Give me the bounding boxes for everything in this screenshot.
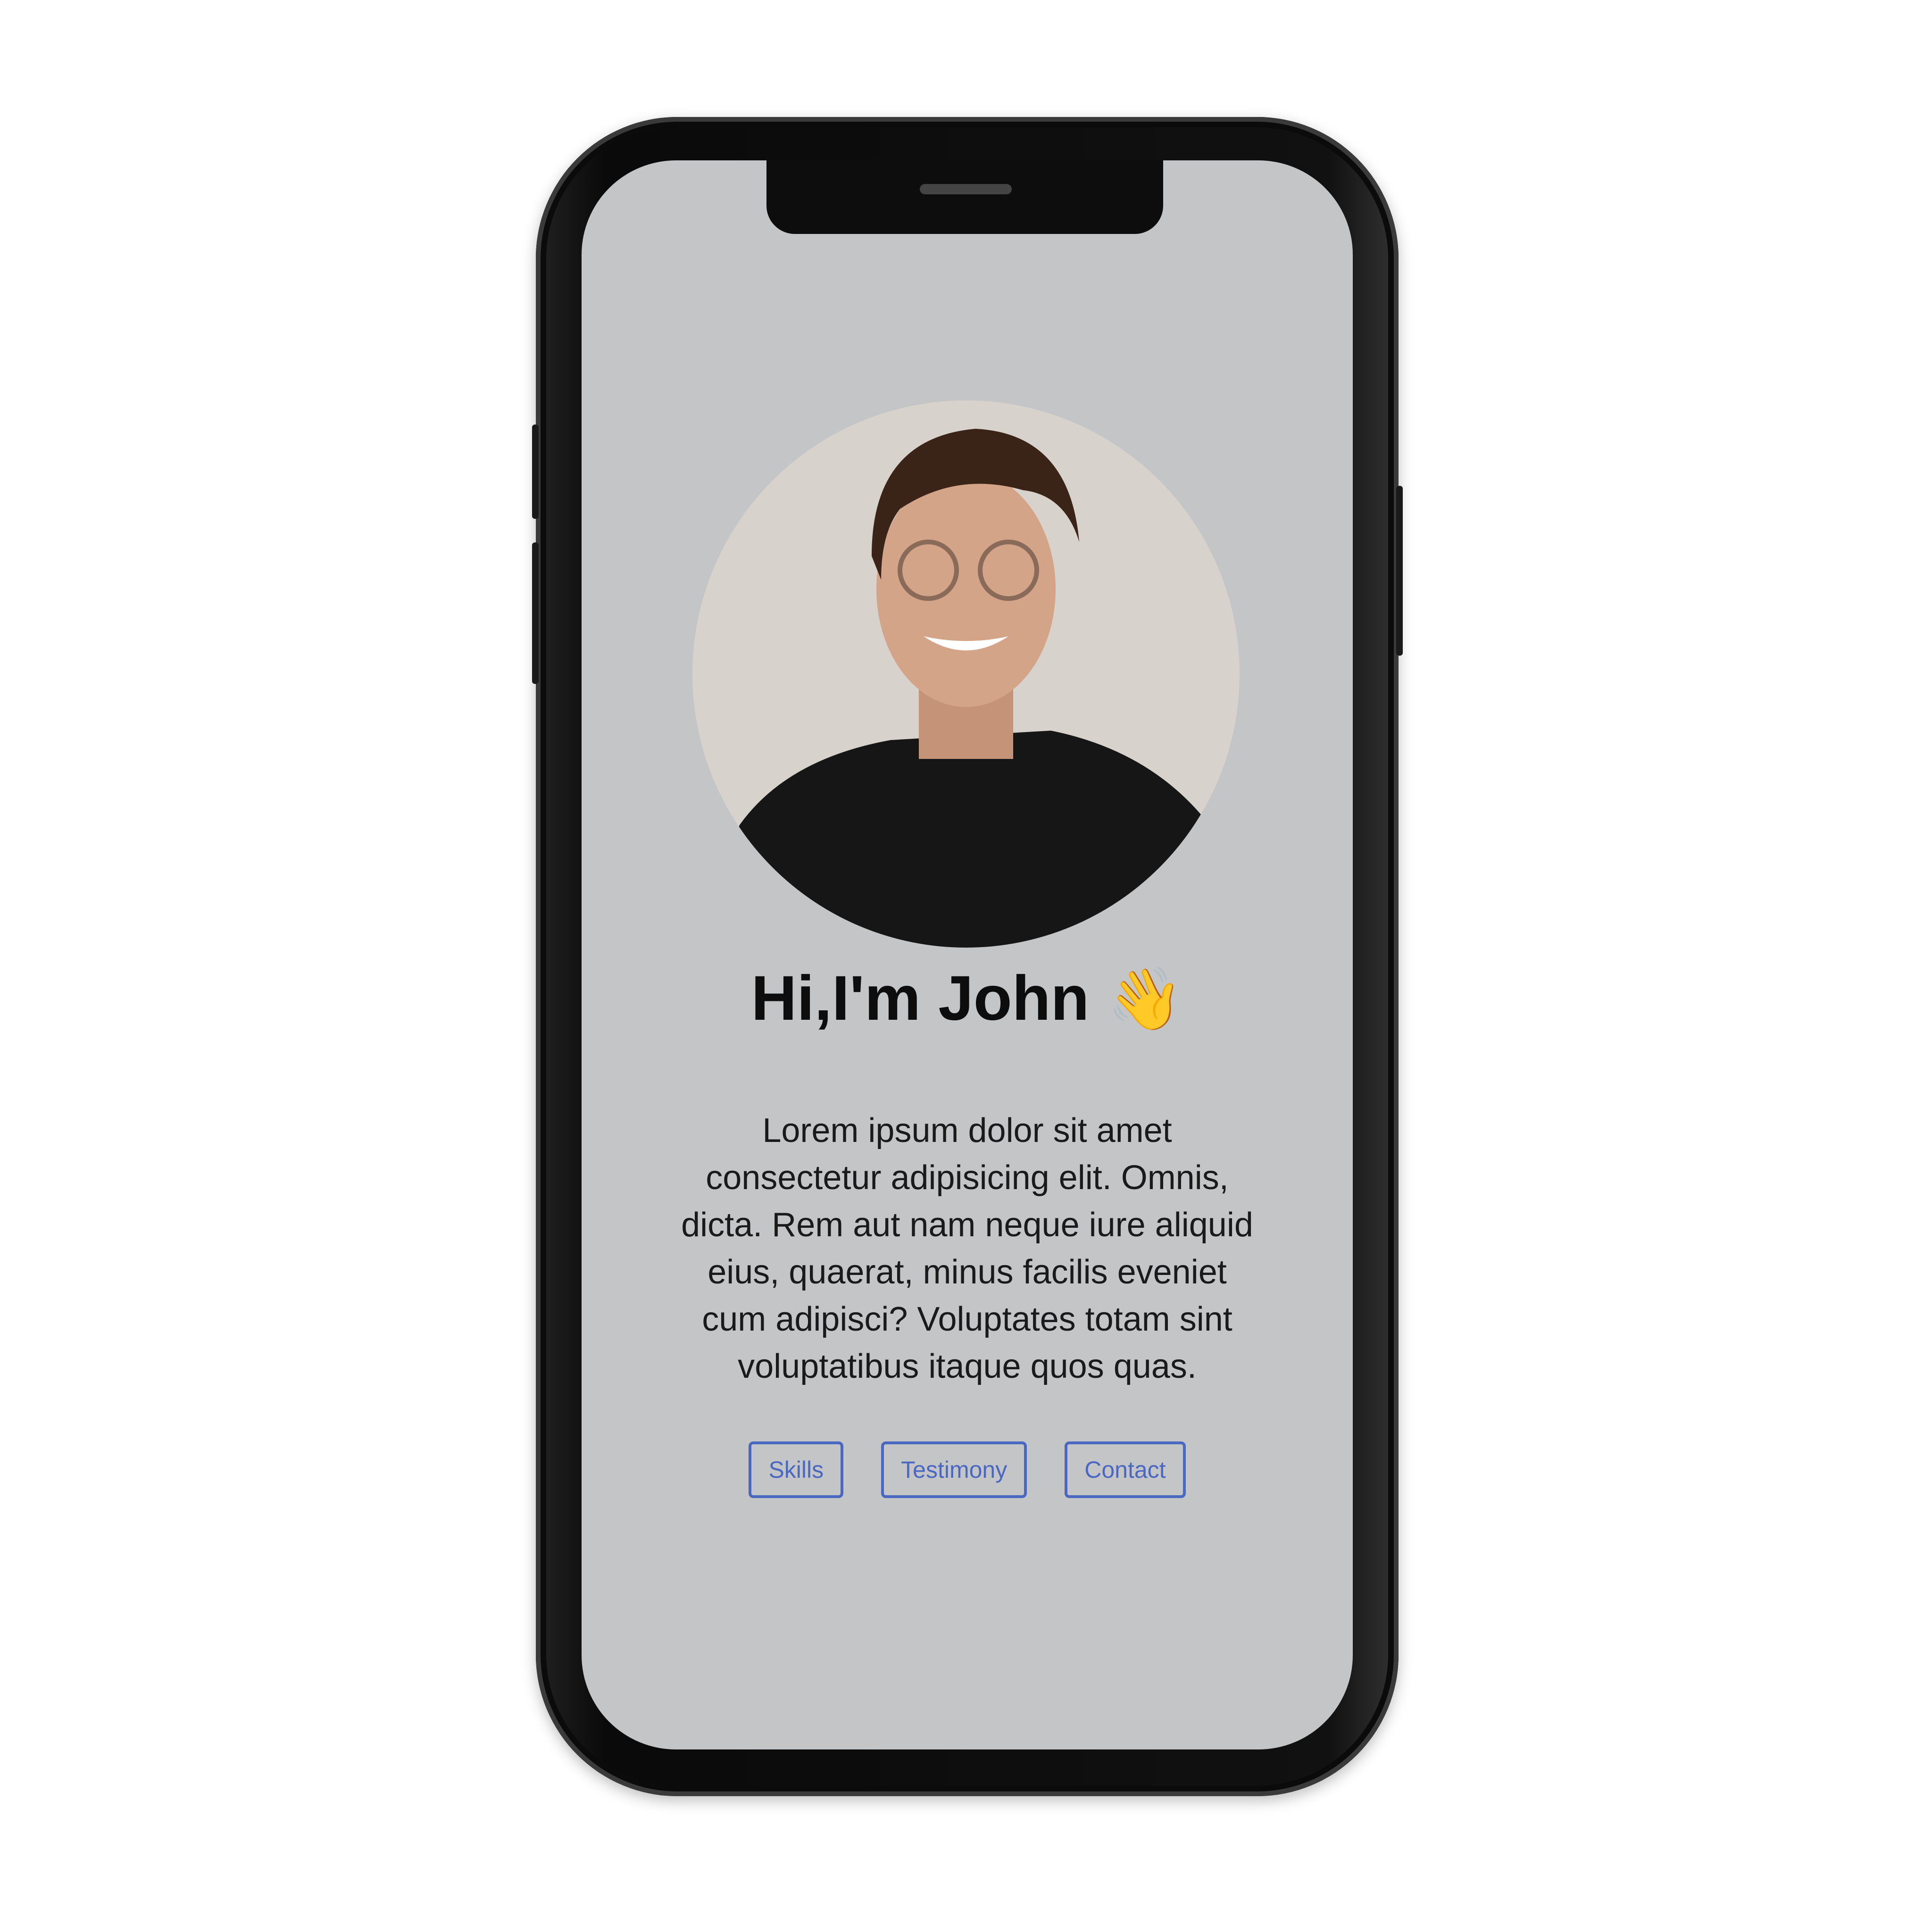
waving-hand-icon: 👋 [1107,964,1183,1033]
power-button [1396,486,1403,656]
testimony-button[interactable]: Testimony [881,1441,1027,1498]
notch [766,160,1163,234]
skills-button[interactable]: Skills [749,1441,844,1498]
person-photo-icon [692,400,1240,948]
greeting-heading: Hi,I'm John 👋 [582,962,1353,1035]
contact-button[interactable]: Contact [1065,1441,1186,1498]
nav-buttons: Skills Testimony Contact [582,1441,1353,1498]
profile-avatar [692,400,1240,948]
phone-screen: Hi,I'm John 👋 Lorem ipsum dolor sit amet… [582,160,1353,1749]
bio-paragraph: Lorem ipsum dolor sit amet consectetur a… [681,1112,1253,1385]
heading-text: Hi,I'm John [751,963,1090,1033]
volume-button [532,542,539,684]
speaker [920,184,1012,194]
volume-button [532,425,539,519]
